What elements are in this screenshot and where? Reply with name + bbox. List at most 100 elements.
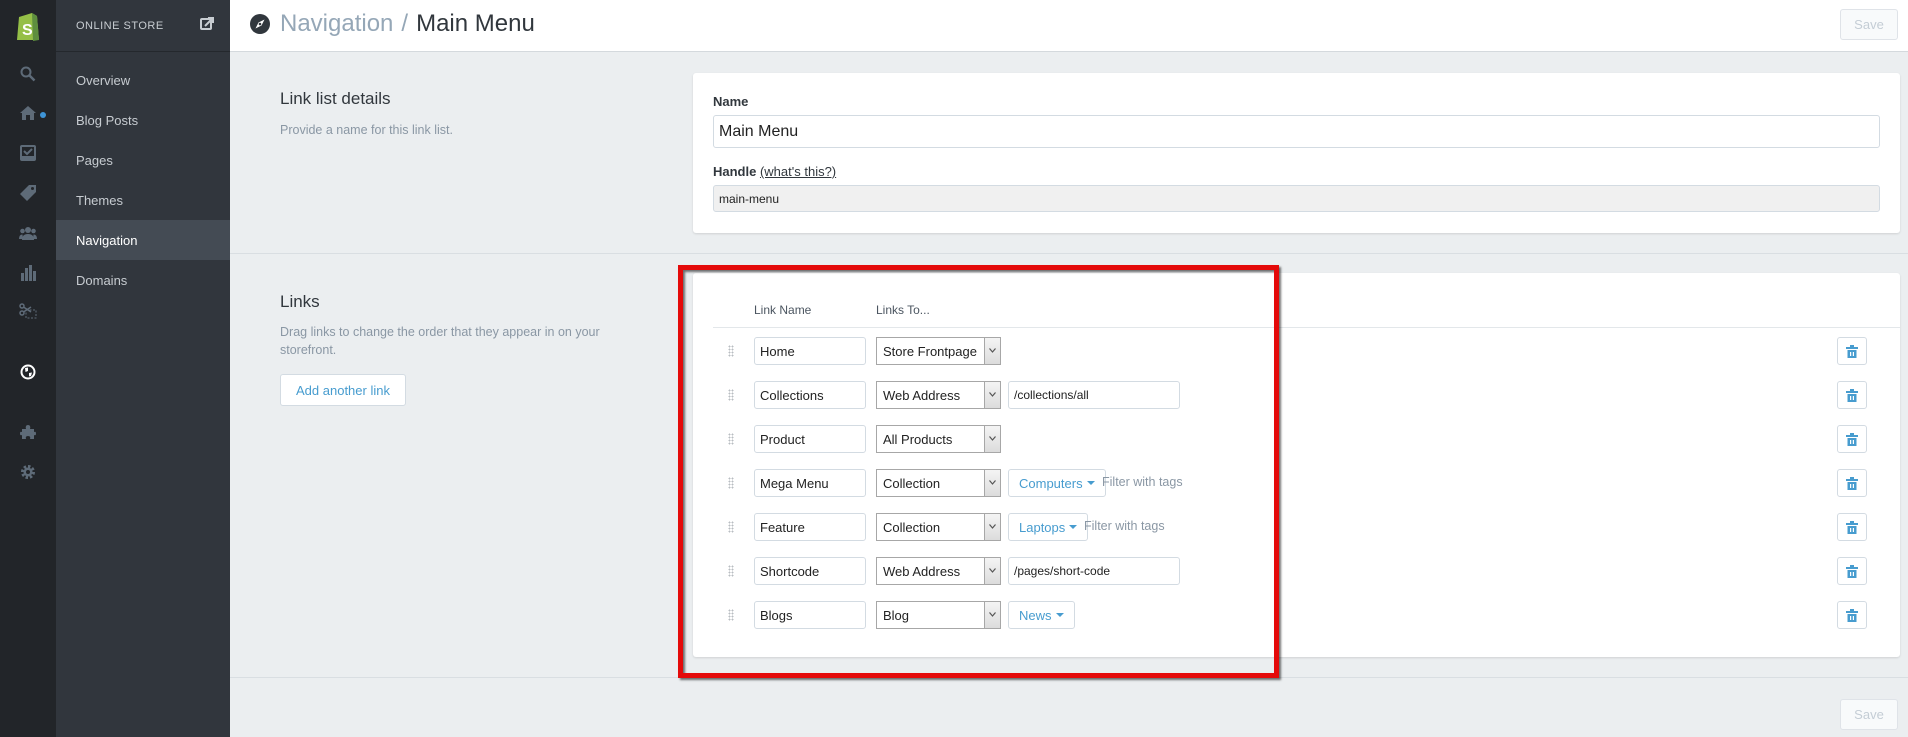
search-icon[interactable] <box>0 60 56 88</box>
subnav-item-label: Blog Posts <box>76 112 139 128</box>
select-chevron-icon <box>984 470 1000 496</box>
subnav-item-navigation[interactable]: Navigation <box>56 220 230 260</box>
online-store-header: ONLINE STORE <box>56 0 230 52</box>
select-chevron-icon <box>984 338 1000 364</box>
name-label: Name <box>713 94 749 109</box>
link-name-input[interactable] <box>754 513 866 541</box>
blog-dropdown-label: News <box>1019 608 1052 623</box>
handle-label-text: Handle <box>713 164 757 179</box>
link-row: Collection Computers Filter with tags <box>693 469 1900 497</box>
subnav-item-themes[interactable]: Themes <box>56 180 230 220</box>
details-card: Name Handle (what's this?) <box>693 73 1900 233</box>
link-row: Web Address <box>693 557 1900 585</box>
link-type-value: Collection <box>883 520 941 535</box>
blog-dropdown[interactable]: News <box>1008 601 1075 629</box>
details-section-title: Link list details <box>280 89 391 108</box>
online-store-nav: ONLINE STORE Overview Blog Posts Pages T… <box>56 0 230 737</box>
breadcrumb: Navigation / Main Menu <box>250 10 535 38</box>
link-type-select[interactable]: Web Address <box>876 381 1001 409</box>
drag-handle-icon[interactable] <box>728 433 734 445</box>
online-store-globe-icon[interactable] <box>0 358 56 386</box>
filter-with-tags-link[interactable]: Filter with tags <box>1084 519 1165 533</box>
subnav-item-label: Pages <box>76 152 113 168</box>
header-divider <box>713 327 1900 328</box>
link-name-input[interactable] <box>754 337 866 365</box>
web-address-input[interactable] <box>1008 381 1180 409</box>
delete-link-button[interactable] <box>1837 425 1867 453</box>
caret-down-icon <box>1069 525 1078 529</box>
link-name-input[interactable] <box>754 557 866 585</box>
trash-icon <box>1846 344 1858 358</box>
customers-icon[interactable] <box>0 219 56 247</box>
column-header-link-name: Link Name <box>754 303 812 317</box>
page-title: Main Menu <box>416 10 535 37</box>
delete-link-button[interactable] <box>1837 601 1867 629</box>
add-another-link-button[interactable]: Add another link <box>280 374 406 406</box>
link-type-value: Store Frontpage <box>883 344 977 359</box>
drag-handle-icon[interactable] <box>728 345 734 357</box>
trash-icon <box>1846 520 1858 534</box>
orders-icon[interactable] <box>0 139 56 167</box>
select-chevron-icon <box>984 514 1000 540</box>
collection-dropdown[interactable]: Laptops <box>1008 513 1089 541</box>
collection-dropdown-label: Laptops <box>1019 520 1066 535</box>
link-type-value: Web Address <box>883 564 961 579</box>
delete-link-button[interactable] <box>1837 337 1867 365</box>
drag-handle-icon[interactable] <box>728 477 734 489</box>
link-row: Store Frontpage <box>693 337 1900 365</box>
delete-link-button[interactable] <box>1837 513 1867 541</box>
link-type-select[interactable]: Store Frontpage <box>876 337 1001 365</box>
trash-icon <box>1846 564 1858 578</box>
breadcrumb-parent-link[interactable]: Navigation <box>280 10 393 38</box>
settings-icon[interactable] <box>0 458 56 486</box>
subnav-item-pages[interactable]: Pages <box>56 140 230 180</box>
link-row: Web Address <box>693 381 1900 409</box>
subnav-item-domains[interactable]: Domains <box>56 260 230 300</box>
svg-text:S: S <box>22 22 33 39</box>
discounts-icon[interactable] <box>0 297 56 325</box>
caret-down-icon <box>1086 481 1095 485</box>
home-icon[interactable] <box>0 99 56 127</box>
link-type-select[interactable]: Collection <box>876 513 1001 541</box>
reports-icon[interactable] <box>0 259 56 287</box>
link-name-input[interactable] <box>754 601 866 629</box>
subnav-item-label: Themes <box>76 192 123 208</box>
caret-down-icon <box>1055 613 1064 617</box>
collection-dropdown[interactable]: Computers <box>1008 469 1106 497</box>
link-type-select[interactable]: Collection <box>876 469 1001 497</box>
page-header: Navigation / Main Menu Save <box>230 0 1908 52</box>
subnav-item-blog-posts[interactable]: Blog Posts <box>56 100 230 140</box>
link-type-select[interactable]: Blog <box>876 601 1001 629</box>
filter-with-tags-link[interactable]: Filter with tags <box>1102 475 1183 489</box>
apps-icon[interactable] <box>0 418 56 446</box>
handle-help-link[interactable]: (what's this?) <box>760 164 836 179</box>
web-address-input[interactable] <box>1008 557 1180 585</box>
save-button[interactable]: Save <box>1840 9 1898 40</box>
shopify-logo-icon[interactable]: S <box>0 8 56 44</box>
delete-link-button[interactable] <box>1837 557 1867 585</box>
link-name-input[interactable] <box>754 381 866 409</box>
footer-save-button[interactable]: Save <box>1840 699 1898 730</box>
external-link-icon[interactable] <box>200 17 214 31</box>
notification-dot <box>40 112 46 118</box>
link-name-input[interactable] <box>754 469 866 497</box>
products-tag-icon[interactable] <box>0 179 56 207</box>
delete-link-button[interactable] <box>1837 469 1867 497</box>
link-type-select[interactable]: Web Address <box>876 557 1001 585</box>
handle-input[interactable] <box>713 185 1880 212</box>
links-section-title: Links <box>280 292 320 311</box>
drag-handle-icon[interactable] <box>728 609 734 621</box>
link-type-select[interactable]: All Products <box>876 425 1001 453</box>
delete-link-button[interactable] <box>1837 381 1867 409</box>
drag-handle-icon[interactable] <box>728 389 734 401</box>
links-section-description: Drag links to change the order that they… <box>280 325 600 357</box>
drag-handle-icon[interactable] <box>728 521 734 533</box>
name-input[interactable] <box>713 115 1880 148</box>
section-divider <box>230 253 1908 254</box>
details-section-description: Provide a name for this link list. <box>280 123 453 137</box>
drag-handle-icon[interactable] <box>728 565 734 577</box>
link-name-input[interactable] <box>754 425 866 453</box>
section-divider <box>230 677 1908 678</box>
link-type-value: Web Address <box>883 388 961 403</box>
subnav-item-overview[interactable]: Overview <box>56 60 230 100</box>
